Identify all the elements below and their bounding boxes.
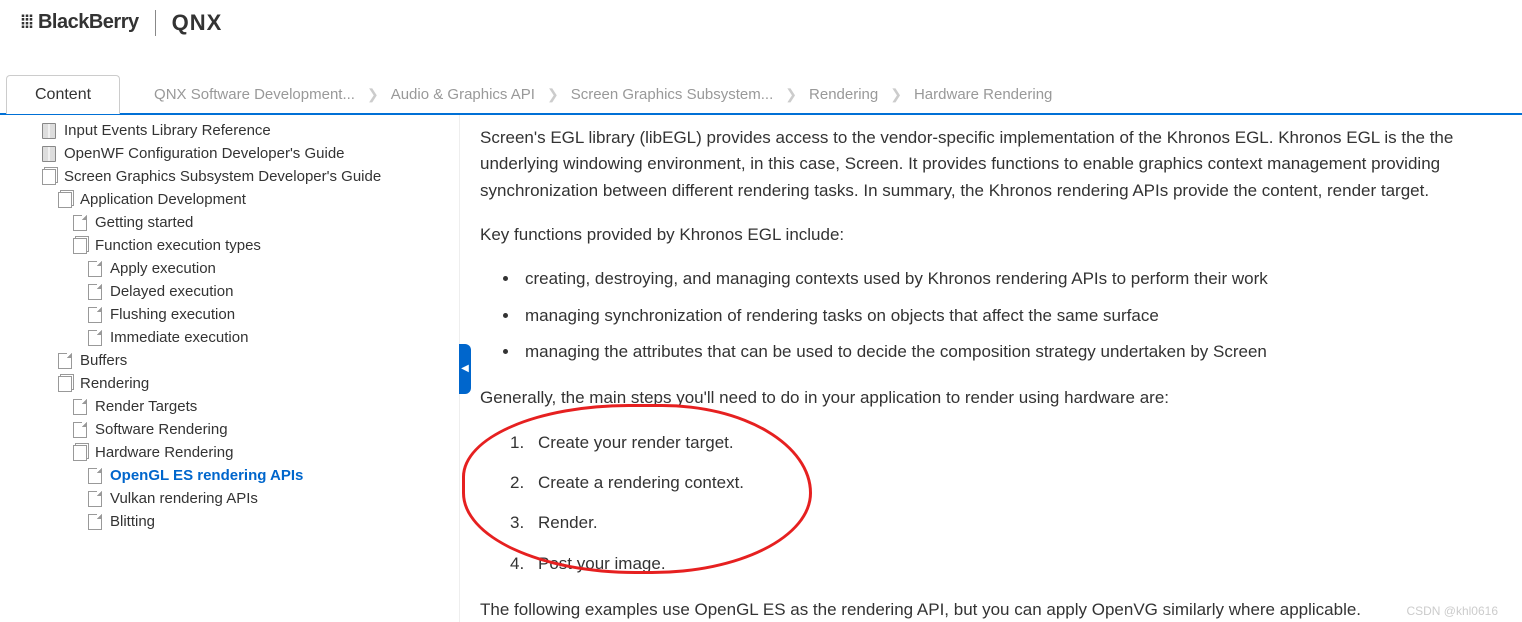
page-stack-icon (73, 445, 87, 461)
tree-item[interactable]: Render Targets (0, 395, 459, 418)
step-item: Post your image. (510, 551, 1522, 577)
tree-item[interactable]: OpenWF Configuration Developer's Guide (0, 142, 459, 165)
step-item: Create a rendering context. (510, 470, 1522, 496)
page-stack-icon (42, 169, 56, 185)
tree-item[interactable]: Function execution types (0, 234, 459, 257)
blackberry-dots-icon: ⁞⁞⁞ (20, 12, 32, 33)
page-icon (88, 261, 102, 277)
paragraph-steps-intro: Generally, the main steps you'll need to… (480, 385, 1522, 411)
tree-item-label: Apply execution (110, 260, 216, 277)
book-icon (42, 146, 56, 162)
page-icon (58, 353, 72, 369)
page-stack-icon (58, 192, 72, 208)
tree-item-label: Vulkan rendering APIs (110, 490, 258, 507)
tree-item[interactable]: OpenGL ES rendering APIs (0, 464, 459, 487)
tree-item-label: Immediate execution (110, 329, 248, 346)
bullet-list: creating, destroying, and managing conte… (520, 266, 1522, 365)
tree-item-label: Render Targets (95, 398, 197, 415)
tree-item-label: Application Development (80, 191, 246, 208)
brand-logo: ⁞⁞⁞ BlackBerry QNX (20, 10, 222, 36)
bullet-item: managing the attributes that can be used… (520, 339, 1522, 365)
chevron-right-icon: ❯ (777, 86, 805, 103)
tree-item[interactable]: Hardware Rendering (0, 441, 459, 464)
page-stack-icon (73, 238, 87, 254)
tree-item-label: OpenGL ES rendering APIs (110, 467, 303, 484)
chevron-right-icon: ❯ (882, 86, 910, 103)
crumb-2[interactable]: Screen Graphics Subsystem... (567, 86, 778, 103)
page-icon (73, 422, 87, 438)
crumb-3[interactable]: Rendering (805, 86, 882, 103)
breadcrumb: QNX Software Development... ❯ Audio & Gr… (150, 86, 1056, 113)
bullet-item: managing synchronization of rendering ta… (520, 303, 1522, 329)
tree-item-label: Function execution types (95, 237, 261, 254)
step-item: Create your render target. (510, 430, 1522, 456)
tree-item[interactable]: Flushing execution (0, 303, 459, 326)
tree-item[interactable]: Blitting (0, 510, 459, 533)
main: Input Events Library Reference OpenWF Con… (0, 115, 1522, 622)
content-pane: Screen's EGL library (libEGL) provides a… (460, 115, 1522, 622)
tree-item[interactable]: Getting started (0, 211, 459, 234)
page-stack-icon (58, 376, 72, 392)
step-item: Render. (510, 510, 1522, 536)
tree-item-label: Delayed execution (110, 283, 233, 300)
steps-list: Create your render target. Create a rend… (510, 430, 1522, 577)
watermark: CSDN @khl0616 (1406, 604, 1498, 618)
navbar: Content QNX Software Development... ❯ Au… (0, 70, 1522, 115)
page-icon (88, 491, 102, 507)
tab-content[interactable]: Content (6, 75, 120, 114)
page-icon (88, 330, 102, 346)
tree-item-label: Rendering (80, 375, 149, 392)
tree-item[interactable]: Software Rendering (0, 418, 459, 441)
sidebar[interactable]: Input Events Library Reference OpenWF Con… (0, 115, 460, 622)
book-icon (42, 123, 56, 139)
tree-item[interactable]: Input Events Library Reference (0, 119, 459, 142)
tree-item-label: Screen Graphics Subsystem Developer's Gu… (64, 168, 381, 185)
crumb-4[interactable]: Hardware Rendering (910, 86, 1056, 103)
bullet-item: creating, destroying, and managing conte… (520, 266, 1522, 292)
page-icon (88, 307, 102, 323)
tree-item[interactable]: Immediate execution (0, 326, 459, 349)
page-icon (88, 514, 102, 530)
tree-item-label: Blitting (110, 513, 155, 530)
tree-item[interactable]: Buffers (0, 349, 459, 372)
paragraph-intro: Screen's EGL library (libEGL) provides a… (480, 125, 1522, 204)
tree-item-label: Hardware Rendering (95, 444, 233, 461)
collapse-handle[interactable]: ◀ (459, 344, 471, 394)
tree-item[interactable]: Delayed execution (0, 280, 459, 303)
tree-item[interactable]: Rendering (0, 372, 459, 395)
logo-divider (155, 10, 156, 36)
chevron-right-icon: ❯ (539, 86, 567, 103)
page-icon (88, 284, 102, 300)
tree-item-label: Getting started (95, 214, 193, 231)
tree-item-label: Flushing execution (110, 306, 235, 323)
tree-item-label: Input Events Library Reference (64, 122, 271, 139)
crumb-1[interactable]: Audio & Graphics API (387, 86, 539, 103)
page-icon (88, 468, 102, 484)
tree-item[interactable]: Vulkan rendering APIs (0, 487, 459, 510)
header: ⁞⁞⁞ BlackBerry QNX (0, 0, 1522, 45)
tree-item-label: Buffers (80, 352, 127, 369)
brand-blackberry: BlackBerry (38, 11, 139, 34)
chevron-right-icon: ❯ (359, 86, 387, 103)
tree-item[interactable]: Apply execution (0, 257, 459, 280)
paragraph-key-functions: Key functions provided by Khronos EGL in… (480, 222, 1522, 248)
page-icon (73, 399, 87, 415)
brand-qnx: QNX (172, 10, 223, 36)
page-icon (73, 215, 87, 231)
paragraph-examples-note: The following examples use OpenGL ES as … (480, 597, 1522, 622)
crumb-0[interactable]: QNX Software Development... (150, 86, 359, 103)
tree-item-label: OpenWF Configuration Developer's Guide (64, 145, 345, 162)
tree-item[interactable]: Screen Graphics Subsystem Developer's Gu… (0, 165, 459, 188)
tree-item-label: Software Rendering (95, 421, 228, 438)
tree-item[interactable]: Application Development (0, 188, 459, 211)
